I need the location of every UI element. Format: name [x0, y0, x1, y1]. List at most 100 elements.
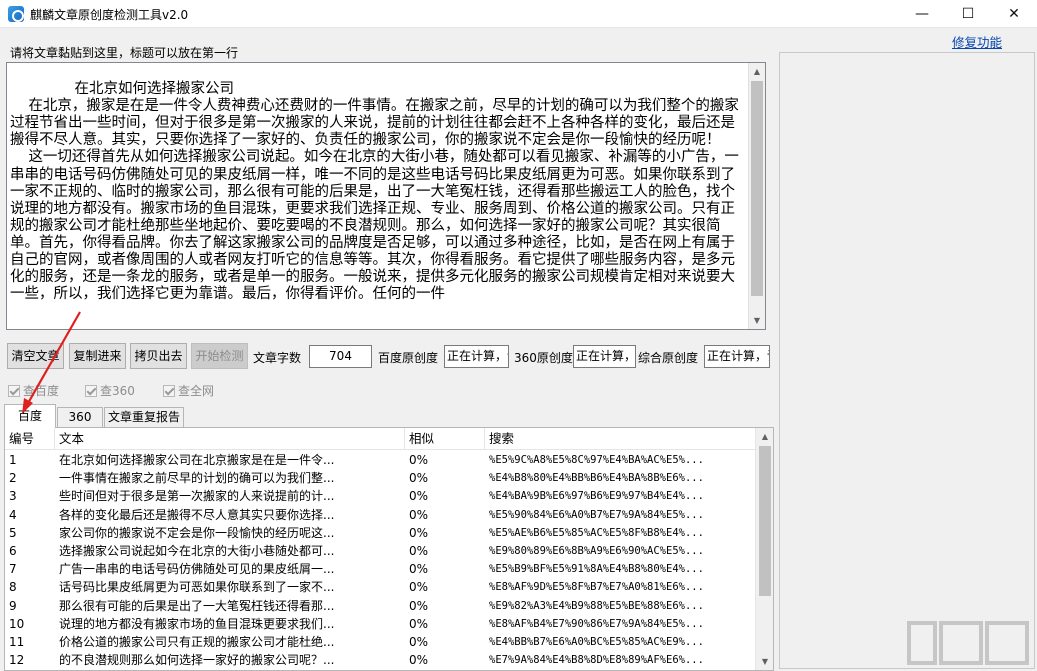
table-row[interactable]: 6 选择搬家公司说起如今在北京的大街小巷随处都可... 0% %E9%80%89…	[5, 542, 755, 560]
title-bar: 麒麟文章原创度检测工具v2.0 — ☐ ✕	[0, 0, 1037, 28]
article-text: 在北京如何选择搬家公司 在北京，搬家是在是一件令人费神费心还费财的一件事情。在搬…	[10, 81, 739, 303]
column-header-number[interactable]: 编号	[5, 428, 55, 450]
tab-360[interactable]: 360	[57, 407, 103, 427]
check-360-checkbox[interactable]: 查360	[85, 382, 135, 399]
start-check-button[interactable]: 开始检测	[191, 343, 248, 369]
row-number: 11	[9, 635, 25, 649]
article-textarea[interactable]: 在北京如何选择搬家公司 在北京，搬家是在是一件令人费神费心还费财的一件事情。在搬…	[6, 62, 766, 330]
row-search: %E9%82%A3%E4%B9%88%E5%BE%88%E6%...	[489, 599, 704, 612]
row-search: %E9%80%89%E6%8B%A9%E6%90%AC%E5%...	[489, 545, 704, 557]
baidu-originality-label: 百度原创度	[378, 351, 439, 365]
checkbox-check-icon	[163, 385, 175, 397]
table-row[interactable]: 9 那么很有可能的后果是出了一大笔冤枉钱还得看那... 0% %E9%82%A3…	[5, 597, 755, 615]
row-text: 广告一串串的电话号码仿佛随处可见的果皮纸屑一...	[59, 562, 335, 577]
table-row[interactable]: 5 家公司你的搬家说不定会是你一段愉快的经历呢这... 0% %E5%AE%B6…	[5, 524, 755, 542]
row-search: %E7%9A%84%E4%B8%8D%E8%89%AF%E6%...	[489, 654, 704, 667]
row-number: 2	[9, 471, 17, 486]
clear-article-button[interactable]: 清空文章	[7, 343, 64, 369]
row-search: %E4%BB%B7%E6%A0%BC%E5%85%AC%E9%...	[489, 636, 704, 648]
row-number: 6	[9, 544, 17, 558]
column-header-similarity[interactable]: 相似	[405, 428, 485, 450]
check-baidu-checkbox[interactable]: 查百度	[8, 382, 59, 399]
scroll-up-icon[interactable]: ▲	[749, 63, 765, 80]
table-row[interactable]: 10 说理的地方都没有搬家市场的鱼目混珠更要求我们... 0% %E8%AF%B…	[5, 615, 755, 633]
s360-originality-label: 360原创度	[514, 351, 573, 365]
watermark-logo-icon	[907, 621, 1029, 665]
tab-baidu[interactable]: 百度	[4, 404, 56, 428]
row-similarity: 0%	[409, 653, 429, 668]
table-row[interactable]: 7 广告一串串的电话号码仿佛随处可见的果皮纸屑一... 0% %E5%B9%BF…	[5, 560, 755, 578]
app-logo-icon	[8, 6, 24, 22]
baidu-originality-field: 正在计算，请	[444, 345, 509, 368]
row-number: 12	[9, 653, 25, 668]
row-text: 价格公道的搬家公司只有正规的搬家公司才能杜绝...	[59, 635, 335, 649]
overall-originality-label: 综合原创度	[638, 351, 699, 365]
row-similarity: 0%	[409, 471, 429, 486]
row-similarity: 0%	[409, 453, 429, 467]
row-search: %E4%BA%9B%E6%97%B6%E9%97%B4%E4%...	[489, 490, 704, 503]
row-similarity: 0%	[409, 562, 429, 577]
results-table-header: 编号 文本 相似 搜索	[5, 428, 755, 450]
column-header-text[interactable]: 文本	[55, 428, 405, 450]
table-scroll-thumb[interactable]	[759, 446, 771, 596]
row-number: 8	[9, 580, 17, 595]
row-search: %E5%B9%BF%E5%91%8A%E4%B8%80%E4%...	[489, 563, 704, 576]
row-search: %E8%AF%B4%E7%90%86%E7%9A%84%E5%...	[489, 617, 704, 630]
row-text: 话号码比果皮纸屑更为可恶如果你联系到了一家不...	[59, 580, 335, 595]
table-row[interactable]: 8 话号码比果皮纸屑更为可恶如果你联系到了一家不... 0% %E8%AF%9D…	[5, 578, 755, 596]
row-similarity: 0%	[409, 616, 429, 631]
row-number: 3	[9, 489, 17, 504]
table-row[interactable]: 12 的不良潜规则那么如何选择一家好的搬家公司呢？... 0% %E7%9A%8…	[5, 651, 755, 669]
row-text: 那么很有可能的后果是出了一大笔冤枉钱还得看那...	[59, 598, 335, 613]
editor-scroll-thumb[interactable]	[751, 81, 763, 296]
row-similarity: 0%	[409, 489, 429, 504]
copy-out-button[interactable]: 拷贝出去	[130, 343, 187, 369]
check-all-web-checkbox[interactable]: 查全网	[163, 382, 214, 399]
row-similarity: 0%	[409, 525, 429, 540]
word-count-field: 704	[309, 345, 372, 368]
row-number: 5	[9, 525, 17, 540]
table-row[interactable]: 1 在北京如何选择搬家公司在北京搬家是在是一件令... 0% %E5%9C%A8…	[5, 451, 755, 469]
right-side-panel	[779, 52, 1035, 669]
minimize-button[interactable]: —	[899, 0, 945, 28]
word-count-label: 文章字数	[253, 351, 302, 365]
copy-in-button[interactable]: 复制进来	[69, 343, 126, 369]
column-header-search[interactable]: 搜索	[485, 428, 755, 450]
row-text: 的不良潜规则那么如何选择一家好的搬家公司呢？...	[59, 653, 335, 668]
window-title: 麒麟文章原创度检测工具v2.0	[30, 8, 189, 22]
row-text: 些时间但对于很多是第一次搬家的人来说提前的计...	[59, 489, 335, 504]
editor-scrollbar[interactable]: ▲ ▼	[748, 63, 765, 329]
close-button[interactable]: ✕	[991, 0, 1037, 28]
row-number: 4	[9, 507, 17, 522]
row-number: 7	[9, 562, 17, 577]
scroll-down-icon[interactable]: ▼	[749, 312, 765, 329]
row-number: 10	[9, 616, 25, 631]
table-row[interactable]: 4 各样的变化最后还是搬得不尽人意其实只要你选择... 0% %E5%90%84…	[5, 506, 755, 524]
row-search: %E4%B8%80%E4%BB%B6%E4%BA%8B%E6%...	[489, 472, 704, 485]
row-text: 各样的变化最后还是搬得不尽人意其实只要你选择...	[59, 507, 335, 522]
table-row[interactable]: 2 一件事情在搬家之前尽早的计划的确可以为我们整... 0% %E4%B8%80…	[5, 469, 755, 487]
results-table-body: 1 在北京如何选择搬家公司在北京搬家是在是一件令... 0% %E5%9C%A8…	[5, 451, 755, 669]
scroll-down-icon[interactable]: ▼	[757, 653, 773, 670]
checkbox-check-icon	[85, 385, 97, 397]
maximize-button[interactable]: ☐	[945, 0, 991, 28]
row-similarity: 0%	[409, 598, 429, 613]
row-text: 在北京如何选择搬家公司在北京搬家是在是一件令...	[59, 453, 335, 467]
row-text: 选择搬家公司说起如今在北京的大街小巷随处都可...	[59, 544, 335, 558]
table-scrollbar[interactable]: ▲ ▼	[755, 428, 773, 670]
row-text: 一件事情在搬家之前尽早的计划的确可以为我们整...	[59, 471, 335, 486]
row-search: %E5%9C%A8%E5%8C%97%E4%BA%AC%E5%...	[489, 454, 704, 466]
fix-function-link[interactable]: 修复功能	[952, 32, 1002, 51]
overall-originality-field: 正在计算，请	[704, 345, 770, 368]
table-row[interactable]: 3 些时间但对于很多是第一次搬家的人来说提前的计... 0% %E4%BA%9B…	[5, 487, 755, 505]
paste-hint: 请将文章黏贴到这里，标题可以放在第一行	[10, 46, 239, 60]
row-similarity: 0%	[409, 580, 429, 595]
row-similarity: 0%	[409, 635, 429, 649]
row-similarity: 0%	[409, 507, 429, 522]
scroll-up-icon[interactable]: ▲	[757, 428, 773, 445]
table-row[interactable]: 11 价格公道的搬家公司只有正规的搬家公司才能杜绝... 0% %E4%BB%B…	[5, 633, 755, 651]
row-search: %E8%AF%9D%E5%8F%B7%E7%A0%81%E6%...	[489, 581, 704, 594]
row-similarity: 0%	[409, 544, 429, 558]
row-text: 说理的地方都没有搬家市场的鱼目混珠更要求我们...	[59, 616, 335, 631]
tab-duplicate-report[interactable]: 文章重复报告	[104, 407, 184, 427]
